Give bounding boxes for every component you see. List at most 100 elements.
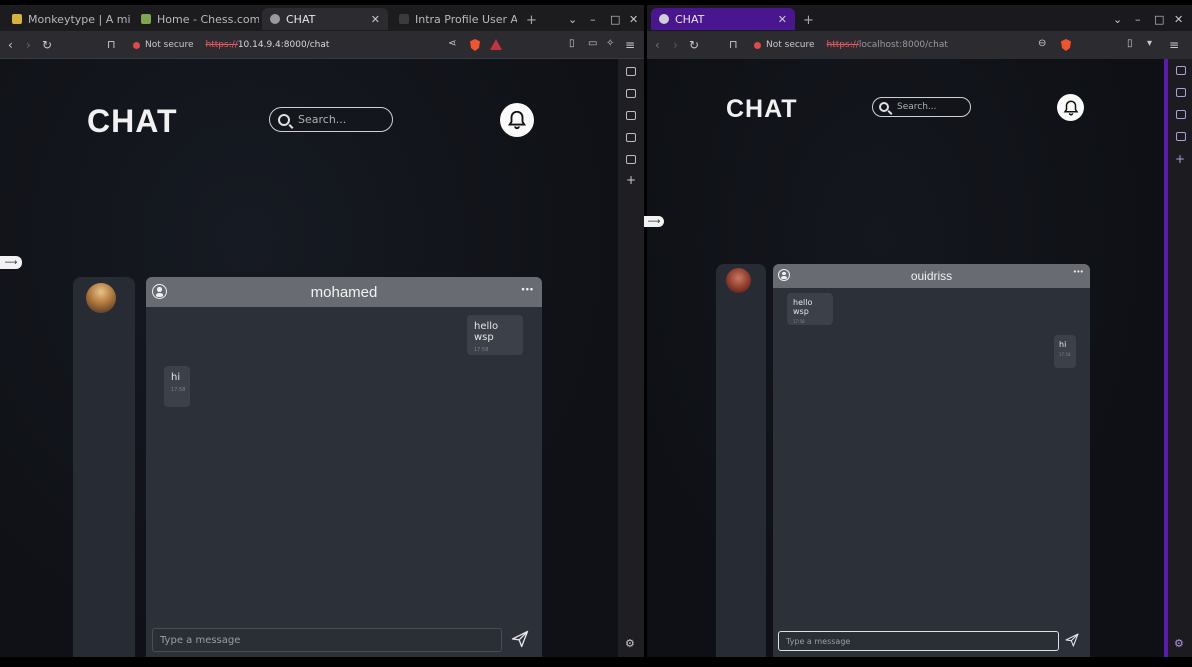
url-path: localhost:8000/chat	[858, 40, 948, 50]
message-input[interactable]: Type a message	[152, 628, 502, 652]
message-time: 17:58	[171, 387, 186, 393]
tab-chat-right[interactable]: CHAT ✕	[651, 8, 795, 30]
avatar-mohamed[interactable]	[86, 283, 116, 313]
back-icon[interactable]: ‹	[655, 38, 660, 52]
contacts-sidebar	[73, 277, 135, 657]
more-options-icon[interactable]: •••	[522, 284, 534, 294]
tab-search-chevron-icon[interactable]: ⌄	[1113, 13, 1122, 26]
message-bubble-received: hello wsp 17:58	[787, 293, 833, 325]
right-browser-sidebar: + ⚙	[1164, 59, 1192, 657]
sidebar-history-icon[interactable]	[1176, 132, 1186, 141]
tab-search-chevron-icon[interactable]: ⌄	[568, 13, 577, 26]
message-placeholder: Type a message	[786, 636, 851, 646]
message-text: hi	[1059, 340, 1067, 349]
not-secure-icon	[754, 41, 761, 49]
minimize-icon[interactable]: –	[1135, 13, 1141, 26]
tab-label: Intra Profile User Applic	[415, 12, 517, 26]
close-tab-icon[interactable]: ✕	[371, 13, 380, 26]
sidebar-history-icon[interactable]	[626, 155, 636, 164]
sidebar-toggle-icon[interactable]: ▯	[1127, 38, 1133, 49]
new-tab-button[interactable]: +	[526, 13, 537, 28]
close-window-icon[interactable]: ✕	[1174, 13, 1183, 26]
leo-ai-icon[interactable]: ✧	[606, 38, 614, 49]
sidebar-settings-icon[interactable]: ⚙	[1174, 637, 1184, 650]
tab-intra[interactable]: Intra Profile User Applic	[391, 8, 517, 30]
sidebar-reading-list-icon[interactable]	[1176, 88, 1186, 97]
sidebar-add-icon[interactable]: +	[1175, 152, 1185, 166]
left-expand-arrow-icon[interactable]: ⟶	[0, 256, 22, 269]
user-profile-icon[interactable]	[152, 284, 167, 299]
left-chat-page: CHAT Search... mohamed ••• hello wsp 17:…	[0, 59, 618, 657]
left-browser-sidebar: + ⚙	[618, 59, 644, 657]
sidebar-toggle-icon[interactable]: ▯	[569, 38, 575, 49]
send-icon[interactable]	[510, 629, 530, 653]
maximize-icon[interactable]: □	[610, 13, 620, 26]
sidebar-reading-list-icon[interactable]	[626, 89, 636, 98]
forward-icon[interactable]: ›	[673, 38, 678, 52]
sidebar-settings-icon[interactable]: ⚙	[625, 637, 635, 650]
menu-icon[interactable]: ≡	[1169, 38, 1179, 52]
sidebar-leo-icon[interactable]	[1176, 66, 1186, 75]
message-placeholder: Type a message	[160, 634, 241, 646]
vpn-icon[interactable]: ▾	[1147, 38, 1152, 49]
message-bubble-received: hi 17:58	[164, 366, 190, 407]
brave-shields-icon[interactable]	[1061, 39, 1071, 51]
right-expand-arrow-icon[interactable]: ⟶	[644, 216, 664, 227]
message-bubble-sent: hi 17:58	[1054, 335, 1076, 368]
close-window-icon[interactable]: ✕	[629, 13, 638, 26]
right-tab-strip: CHAT ✕ + ⌄ – □ ✕	[647, 5, 1192, 31]
reload-icon[interactable]: ↻	[42, 38, 52, 52]
tab-label: CHAT	[675, 12, 705, 26]
send-icon[interactable]	[1064, 632, 1080, 652]
left-tab-strip: Monkeytype | A minima Home - Chess.com C…	[0, 5, 644, 31]
maximize-icon[interactable]: □	[1154, 13, 1164, 26]
message-input[interactable]: Type a message	[778, 631, 1059, 651]
tab-label: Monkeytype | A minima	[28, 12, 130, 26]
close-tab-icon[interactable]: ✕	[778, 13, 787, 26]
tab-chess[interactable]: Home - Chess.com	[133, 8, 259, 30]
back-icon[interactable]: ‹	[8, 38, 13, 52]
tab-chat[interactable]: CHAT ✕	[262, 8, 388, 30]
menu-icon[interactable]: ≡	[625, 38, 635, 52]
monkeytype-favicon-icon	[12, 14, 22, 24]
sidebar-bookmarks-icon[interactable]	[626, 133, 636, 142]
notification-bell-icon[interactable]	[500, 103, 534, 137]
chat-contact-name: ouidriss	[910, 269, 953, 283]
url-path: 10.14.9.4:8000/chat	[237, 40, 330, 50]
message-time: 17:58	[793, 319, 805, 324]
search-icon	[278, 113, 290, 126]
sidebar-add-icon[interactable]: +	[626, 173, 636, 187]
wallet-icon[interactable]: ▭	[588, 38, 597, 49]
new-tab-button[interactable]: +	[803, 13, 814, 28]
globe-icon	[270, 14, 280, 24]
more-options-icon[interactable]: •••	[1074, 269, 1084, 276]
left-address-bar: ‹ › ↻ ⊓ Not secure https:// 10.14.9.4:80…	[0, 31, 644, 59]
brave-rewards-icon[interactable]	[490, 39, 502, 50]
reload-icon[interactable]: ↻	[689, 38, 699, 52]
url-field[interactable]: Not secure https:// localhost:8000/chat	[750, 35, 1050, 55]
share-icon[interactable]: ⋖	[448, 38, 456, 49]
page-title: CHAT	[726, 95, 798, 123]
sidebar-bookmarks-icon[interactable]	[1176, 110, 1186, 119]
avatar-ouidriss[interactable]	[726, 268, 751, 293]
zoom-icon[interactable]: ⊖	[1038, 38, 1046, 49]
notification-bell-icon[interactable]	[1057, 94, 1084, 121]
tab-label: Home - Chess.com	[157, 12, 259, 26]
sidebar-leo-icon[interactable]	[626, 67, 636, 76]
minimize-icon[interactable]: –	[590, 13, 596, 26]
system-bottom-bar	[0, 657, 1192, 667]
bookmark-icon[interactable]: ⊓	[729, 38, 738, 51]
search-input[interactable]: Search...	[872, 97, 971, 117]
sidebar-wallet-icon[interactable]	[626, 111, 636, 120]
tab-monkeytype[interactable]: Monkeytype | A minima	[4, 8, 130, 30]
user-profile-icon[interactable]	[778, 269, 790, 281]
not-secure-label: Not secure	[766, 40, 815, 50]
bookmark-icon[interactable]: ⊓	[107, 38, 116, 51]
contacts-sidebar	[716, 264, 766, 657]
message-bubble-sent: hello wsp 17:58	[467, 315, 523, 355]
chat-panel: mohamed ••• hello wsp 17:58 hi 17:58 Typ…	[146, 277, 542, 657]
chat-panel: ouidriss ••• hello wsp 17:58 hi 17:58 Ty…	[773, 264, 1090, 657]
search-input[interactable]: Search...	[269, 107, 393, 132]
forward-icon[interactable]: ›	[26, 38, 31, 52]
not-secure-label: Not secure	[145, 40, 194, 50]
